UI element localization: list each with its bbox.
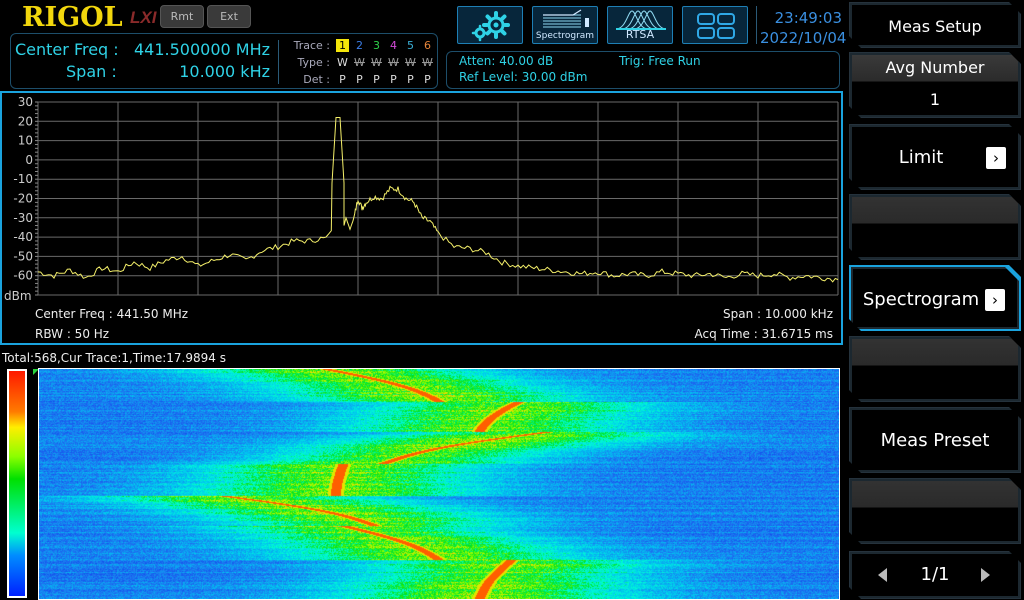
trace-3-badge[interactable]: 3 [368, 39, 385, 52]
softkey-meas-preset[interactable]: Meas Preset [849, 407, 1021, 473]
softkey-spectrogram[interactable]: Spectrogram › [849, 265, 1021, 331]
trace-3-type: W [371, 56, 382, 69]
trace-3-det: P [373, 73, 380, 86]
rtsa-mode-button[interactable]: RTSA [607, 6, 673, 44]
meas-preset-label: Meas Preset [880, 430, 990, 451]
clock: 23:49:03 2022/10/04 [760, 8, 847, 48]
y-axis-unit: dBm [4, 289, 32, 303]
chevron-right-icon: › [986, 147, 1006, 169]
spectrogram-status: Total:568,Cur Trace:1,Time:17.9894 s [2, 351, 226, 365]
softkey-avg-number[interactable]: Avg Number 1 [849, 52, 1021, 118]
trigger-mode-value[interactable]: Trig: Free Run [619, 54, 701, 68]
menu-title-label: Meas Setup [888, 17, 982, 36]
ref-level-value[interactable]: Ref Level: 30.00 dBm [459, 70, 587, 84]
trace-5-det: P [407, 73, 414, 86]
y-tick-label: -40 [13, 230, 33, 244]
spectrogram-display[interactable] [38, 368, 840, 600]
trace-1-badge[interactable]: 1 [336, 39, 349, 52]
trace-1-det: P [339, 73, 346, 86]
time-display: 23:49:03 [774, 9, 842, 27]
y-tick-label: 20 [18, 114, 33, 128]
y-tick-label: 0 [25, 153, 33, 167]
settings-button[interactable] [457, 6, 523, 44]
softkey-limit[interactable]: Limit › [849, 124, 1021, 190]
spectrogram-softkey-label: Spectrogram [862, 289, 980, 310]
trace-6-badge[interactable]: 6 [419, 39, 436, 52]
divider [756, 6, 757, 44]
window-layout-button[interactable] [682, 6, 748, 44]
softkey-empty-3 [849, 478, 1021, 544]
span-value[interactable]: 10.000 kHz [110, 62, 270, 81]
page-indicator: 1/1 [920, 564, 950, 585]
footer-span: Span : 10.000 kHz [723, 307, 833, 321]
footer-acq-time: Acq Time : 31.6715 ms [694, 327, 833, 341]
date-display: 2022/10/04 [760, 29, 847, 47]
y-tick-label: -60 [13, 269, 33, 283]
attenuation-value[interactable]: Atten: 40.00 dB [459, 54, 553, 68]
trace-6-det: P [424, 73, 431, 86]
center-freq-value[interactable]: 441.500000 MHz [110, 40, 270, 59]
y-axis-ticks: 30 20 10 0 -10 -20 -30 -40 -50 -60 dBm [4, 95, 33, 303]
rtsa-mode-label: RTSA [625, 28, 655, 41]
remote-indicator: Rmt [160, 5, 204, 28]
external-reference-indicator: Ext [207, 5, 251, 28]
lxi-logo: LXI [130, 8, 157, 27]
footer-rbw: RBW : 50 Hz [35, 327, 110, 341]
rigol-logo: RIGOL [22, 2, 123, 33]
trace-1-type: W [337, 56, 348, 69]
trace-5-type: W [405, 56, 416, 69]
y-tick-label: 30 [18, 95, 33, 109]
avg-number-value: 1 [929, 90, 941, 109]
y-tick-label: -50 [13, 249, 33, 263]
trace-label: Trace : [293, 39, 330, 52]
y-tick-label: 10 [18, 134, 33, 148]
menu-title-meas-setup: Meas Setup [849, 2, 1021, 48]
chevron-right-icon: › [985, 289, 1005, 311]
trace-4-type: W [388, 56, 399, 69]
type-label: Type : [297, 56, 330, 69]
y-tick-label: -10 [13, 172, 33, 186]
color-scale-bar [7, 369, 27, 598]
softkey-empty-2 [849, 336, 1021, 402]
spectrogram-icon [543, 9, 589, 28]
trace-4-det: P [390, 73, 397, 86]
y-tick-label: -30 [13, 211, 33, 225]
avg-number-label: Avg Number [885, 58, 985, 77]
trace-2-badge[interactable]: 2 [351, 39, 368, 52]
spectrogram-heatmap [39, 369, 839, 599]
trace-4-badge[interactable]: 4 [385, 39, 402, 52]
trace-number-row: Trace : 1 2 3 4 5 6 [290, 37, 436, 54]
trace-2-det: P [356, 73, 363, 86]
menu-pager: 1/1 [849, 551, 1021, 599]
spectrum-panel[interactable]: 30 20 10 0 -10 -20 -30 -40 -50 -60 dBm Center Freq… [0, 91, 843, 345]
spectrogram-mode-label: Spectrogram [535, 31, 595, 41]
next-page-arrow-icon[interactable] [981, 568, 990, 582]
window-layout-icon [697, 13, 735, 39]
trace-5-badge[interactable]: 5 [402, 39, 419, 52]
gear-icon [471, 11, 510, 42]
limit-label: Limit [898, 147, 944, 168]
softkey-empty-1 [849, 194, 1021, 260]
divider [278, 40, 279, 84]
det-label: Det : [303, 73, 330, 86]
spectrogram-mode-button[interactable]: Spectrogram [532, 6, 598, 44]
trace-det-row: Det : P P P P P P [290, 71, 436, 88]
footer-center-freq: Center Freq : 441.50 MHz [35, 307, 189, 321]
center-freq-label: Center Freq : [15, 40, 119, 59]
trace-2-type: W [354, 56, 365, 69]
spectrum-chart: 30 20 10 0 -10 -20 -30 -40 -50 -60 dBm [4, 95, 839, 303]
trace-status-grid[interactable]: Trace : 1 2 3 4 5 6 Type : W W W W W W D… [290, 37, 436, 88]
y-tick-label: -20 [13, 192, 33, 206]
trace-type-row: Type : W W W W W W [290, 54, 436, 71]
trace-6-type: W [422, 56, 433, 69]
